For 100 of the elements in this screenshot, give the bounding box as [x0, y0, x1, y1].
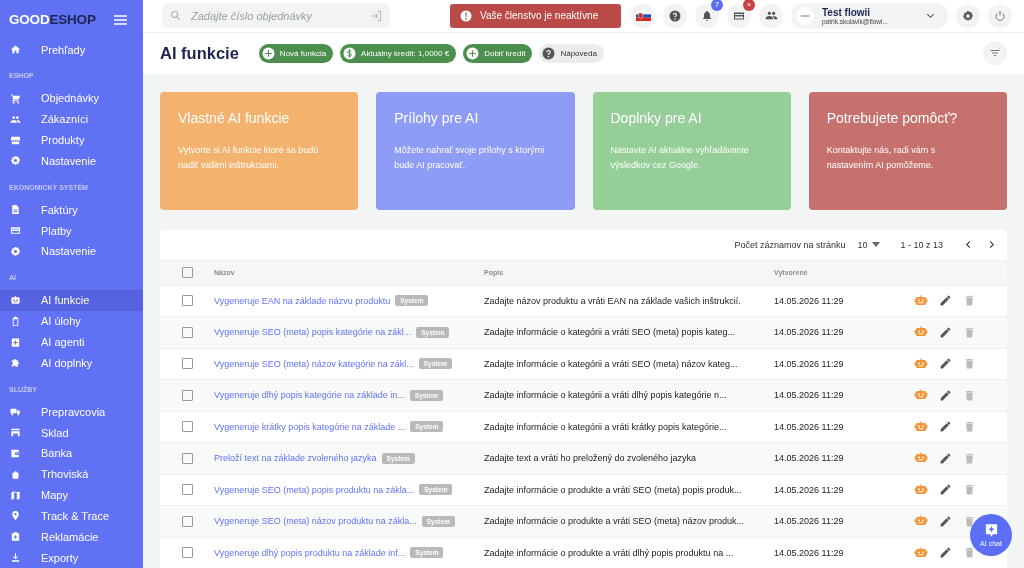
sidebar-item[interactable]: Trhoviská — [0, 463, 143, 485]
team-button[interactable] — [759, 3, 783, 28]
language-button[interactable] — [631, 3, 655, 28]
search-icon — [170, 10, 181, 22]
info-card[interactable]: Prílohy pre AI Môžete nahrať svoje prílohy s ktorými bude AI pracovať. — [376, 91, 575, 210]
select-all-checkbox[interactable] — [181, 267, 193, 278]
sidebar-item[interactable]: Platby — [0, 220, 143, 242]
avatar-icon — [796, 6, 814, 25]
edit-icon[interactable] — [939, 451, 952, 465]
sidebar-item[interactable]: AI doplnky — [0, 352, 143, 374]
function-link[interactable]: Vygeneruje SEO (meta) názov produktu na zákla... — [214, 516, 417, 527]
delete-icon[interactable] — [963, 514, 976, 528]
info-card[interactable]: Potrebujete pomôcť? Kontaktujte nás, radi vám s nastavením AI pomôžeme. — [808, 91, 1007, 210]
row-checkbox[interactable] — [181, 358, 193, 370]
delete-icon[interactable] — [963, 451, 976, 465]
table-cell-text: Zadajte informácie o produkte a vráti dlhý popis produktu na ... — [484, 547, 735, 558]
login-icon[interactable] — [370, 9, 382, 22]
card-title: Prílohy pre AI — [394, 109, 480, 126]
filter-button[interactable] — [983, 41, 1007, 66]
function-link[interactable]: Preloží text na základe zvoleného jazyka — [214, 453, 377, 464]
delete-icon[interactable] — [963, 325, 976, 339]
sidebar-item[interactable]: Banka — [0, 443, 143, 464]
sidebar-item[interactable]: AI úlohy — [0, 310, 143, 332]
sidebar-item[interactable]: Prehľady — [0, 39, 143, 60]
sidebar-item[interactable]: Sklad — [0, 422, 143, 444]
row-checkbox[interactable] — [181, 326, 193, 338]
sidebar-item[interactable]: Nastavenie — [0, 150, 143, 172]
edit-icon[interactable] — [939, 514, 952, 528]
search-input[interactable]: Zadajte číslo objednávky — [189, 8, 362, 23]
sidebar-item[interactable]: Track & Trace — [0, 505, 143, 527]
robot-icon — [10, 294, 21, 306]
delete-icon[interactable] — [963, 388, 976, 402]
sidebar-item[interactable]: Nastavenie — [0, 241, 143, 262]
function-link[interactable]: Vygeneruje krátky popis kategórie na základe ... — [214, 421, 406, 432]
sidebar-item[interactable]: Reklamácie — [0, 526, 143, 548]
error-badge: × — [743, 0, 755, 11]
sidebar-item[interactable]: Exporty — [0, 547, 143, 568]
card-text: Vytvorte si AI funkcie ktoré sa budú riadiť vašimi inštrukciami. — [178, 143, 320, 173]
edit-icon[interactable] — [939, 357, 952, 371]
row-checkbox[interactable] — [181, 389, 193, 401]
function-link[interactable]: Vygeneruje SEO (meta) popis kategórie na zákl... — [214, 327, 412, 338]
function-link[interactable]: Vygeneruje dlhý popis kategórie na základe in... — [214, 390, 405, 401]
search-bar[interactable]: Zadajte číslo objednávky — [162, 3, 390, 29]
sidebar-item[interactable]: AI agenti — [0, 331, 143, 353]
settings-button[interactable] — [956, 3, 980, 28]
table-cell-text: Zadajte informácie o kategórii a vráti SEO (meta) názov kateg... — [484, 358, 739, 369]
sidebar-item[interactable]: Zákazníci — [0, 108, 143, 130]
chat-sparkle-icon — [983, 523, 999, 538]
row-checkbox[interactable] — [181, 421, 193, 433]
row-checkbox[interactable] — [181, 515, 193, 527]
table-cell-text: Zadajte informácie o produkte a vráti SEO (meta) názov produk... — [484, 516, 746, 527]
membership-alert[interactable]: Vaše členstvo je neaktívne — [450, 3, 621, 28]
robot-icon[interactable] — [914, 293, 928, 308]
sidebar-item[interactable]: AI funkcie — [0, 290, 143, 311]
edit-icon[interactable] — [939, 546, 952, 560]
row-checkbox[interactable] — [181, 295, 193, 307]
card-text: Môžete nahrať svoje prílohy s ktorými bude AI pracovať. — [394, 143, 545, 173]
sidebar-item[interactable]: Objednávky — [0, 88, 143, 109]
edit-icon[interactable] — [939, 483, 952, 497]
function-link[interactable]: Vygeneruje EAN na základe názvu produktu — [214, 295, 391, 306]
credit-button[interactable]: Aktuálny kredit: 1,0000 € — [340, 43, 457, 63]
card-icon — [10, 225, 21, 237]
robot-icon[interactable] — [914, 545, 928, 560]
row-checkbox[interactable] — [181, 452, 193, 464]
function-link[interactable]: Vygeneruje SEO (meta) názov kategórie na zákl... — [214, 358, 414, 369]
robot-icon[interactable] — [914, 356, 928, 371]
edit-icon[interactable] — [939, 294, 952, 308]
function-link[interactable]: Vygeneruje dlhý popis produktu na základe inf... — [214, 547, 406, 558]
robot-icon[interactable] — [914, 419, 928, 434]
table-cell-text: Zadajte názov produktu a vráti EAN na základe vašich inštrukcií. — [484, 295, 742, 306]
edit-icon[interactable] — [939, 388, 952, 402]
help-button[interactable]: Nápoveda — [539, 43, 604, 63]
edit-icon[interactable] — [939, 325, 952, 339]
bag-icon — [10, 468, 21, 480]
sidebar-item[interactable]: Faktúry — [0, 199, 143, 221]
logout-button[interactable] — [988, 3, 1012, 28]
robot-icon[interactable] — [914, 482, 928, 497]
per-page-select[interactable]: 10 — [857, 239, 881, 250]
gear-icon — [10, 155, 21, 167]
logo[interactable]: GOODESHOP — [9, 12, 96, 28]
row-checkbox[interactable] — [181, 547, 193, 559]
edit-icon[interactable] — [939, 420, 952, 434]
delete-icon[interactable] — [963, 294, 976, 308]
function-link[interactable]: Vygeneruje SEO (meta) popis produktu na zákla... — [214, 484, 415, 495]
delete-icon[interactable] — [963, 357, 976, 371]
add-button[interactable]: Dobiť kredit — [463, 43, 533, 63]
row-checkbox[interactable] — [181, 484, 193, 496]
card-text: Kontaktujte nás, radi vám s nastavením AI pomôžeme. — [826, 143, 937, 173]
help-button[interactable] — [663, 3, 687, 28]
page-title: AI funkcie — [160, 43, 239, 63]
sidebar-item[interactable]: Produkty — [0, 129, 143, 151]
menu-icon[interactable] — [114, 14, 127, 25]
add-button[interactable]: Nová funkcia — [258, 43, 334, 63]
delete-icon[interactable] — [963, 483, 976, 497]
sidebar-item[interactable]: Mapy — [0, 484, 143, 506]
puzzle-icon — [10, 357, 21, 369]
delete-icon[interactable] — [963, 546, 976, 560]
map-icon — [10, 489, 21, 501]
delete-icon[interactable] — [963, 420, 976, 434]
sidebar-item[interactable]: Prepravcovia — [0, 401, 143, 423]
